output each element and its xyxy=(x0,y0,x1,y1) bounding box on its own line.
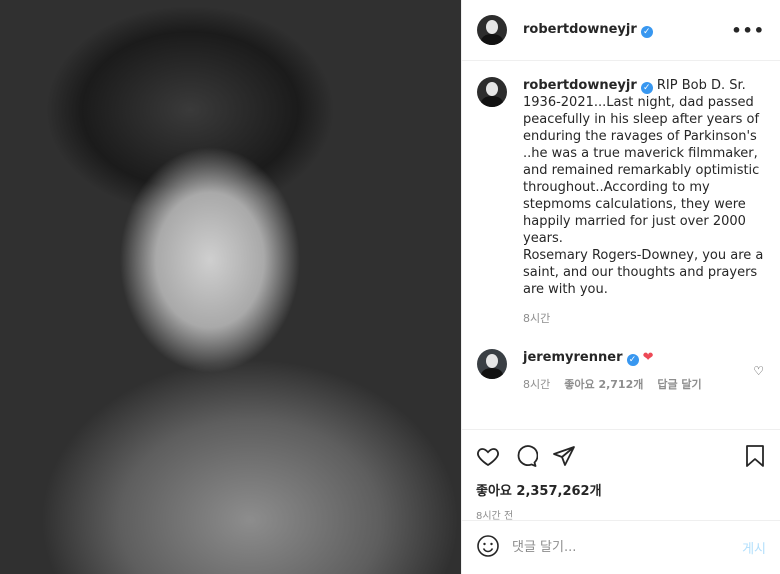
add-comment-bar: 게시 xyxy=(462,520,780,574)
emoji-smile-icon[interactable] xyxy=(476,534,500,562)
post-side-panel: robertdowneyjr ✓ ••• robertdowneyjr ✓ RIP … xyxy=(461,0,780,574)
caption-body: robertdowneyjr ✓ RIP Bob D. Sr. 1936-2021… xyxy=(523,77,764,327)
comment-body: jeremyrenner ✓ ❤ 8시간 좋아요 2,712개 답글 달기 xyxy=(523,349,753,393)
caption: robertdowneyjr ✓ RIP Bob D. Sr. 1936-2021… xyxy=(477,77,764,327)
commenter-avatar[interactable] xyxy=(477,349,507,379)
reply-button[interactable]: 답글 달기 xyxy=(657,376,701,393)
caption-avatar[interactable] xyxy=(477,77,507,107)
paper-plane-icon[interactable] xyxy=(552,444,576,468)
instagram-post-modal: robertdowneyjr ✓ ••• robertdowneyjr ✓ RIP … xyxy=(0,0,780,574)
post-actions: 좋아요 2,357,262개 8시간 전 xyxy=(462,429,780,522)
comment-time[interactable]: 8시간 xyxy=(523,376,550,393)
author-avatar[interactable] xyxy=(477,15,507,45)
comment-like-icon[interactable]: ♡ xyxy=(753,364,764,378)
author-username[interactable]: robertdowneyjr ✓ xyxy=(523,22,653,38)
comments-list[interactable]: robertdowneyjr ✓ RIP Bob D. Sr. 1936-2021… xyxy=(462,61,780,427)
caption-text: robertdowneyjr ✓ RIP Bob D. Sr. 1936-2021… xyxy=(523,78,764,297)
commenter-username[interactable]: jeremyrenner xyxy=(523,350,623,365)
verified-badge-icon: ✓ xyxy=(640,26,653,38)
post-header: robertdowneyjr ✓ ••• xyxy=(462,0,780,61)
action-icons xyxy=(476,442,766,470)
caption-username[interactable]: robertdowneyjr xyxy=(523,78,637,93)
red-heart-emoji: ❤ xyxy=(642,350,654,365)
comment-item: jeremyrenner ✓ ❤ 8시간 좋아요 2,712개 답글 달기 ♡ xyxy=(477,349,764,393)
verified-badge-icon: ✓ xyxy=(626,354,639,366)
comment-bubble-icon[interactable] xyxy=(514,444,538,468)
comment-likes[interactable]: 좋아요 2,712개 xyxy=(564,376,643,393)
caption-time[interactable]: 8시간 xyxy=(523,310,764,327)
comment-input[interactable] xyxy=(512,540,743,555)
heart-outline-icon[interactable] xyxy=(476,444,500,468)
likes-count[interactable]: 좋아요 2,357,262개 xyxy=(476,480,766,499)
bookmark-icon[interactable] xyxy=(744,444,766,468)
more-options-icon[interactable]: ••• xyxy=(731,21,765,40)
verified-badge-icon: ✓ xyxy=(640,82,653,94)
post-comment-button[interactable]: 게시 xyxy=(742,538,766,557)
comment-meta: 8시간 좋아요 2,712개 답글 달기 xyxy=(523,376,753,393)
post-photo[interactable] xyxy=(0,0,461,574)
